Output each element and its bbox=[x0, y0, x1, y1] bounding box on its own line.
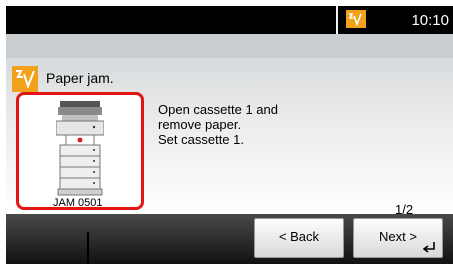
enter-icon bbox=[422, 242, 435, 253]
illustration-code: JAM 0501 bbox=[53, 197, 103, 207]
message-area: Paper jam. JAM 0501 Open cassette 1 and … bbox=[6, 34, 453, 217]
clock-time: 10:10 bbox=[411, 12, 449, 29]
paper-jam-icon bbox=[12, 66, 38, 92]
jam-location-illustration: JAM 0501 bbox=[16, 92, 144, 210]
callout-leader-line bbox=[87, 232, 89, 264]
back-button[interactable]: < Back bbox=[254, 218, 344, 258]
panel-screen: 10:10 Paper jam. JAM 0501 Open cassette … bbox=[6, 6, 453, 264]
status-bar: 10:10 bbox=[6, 6, 453, 34]
button-bar: < Back Next > bbox=[6, 214, 453, 264]
paper-jam-icon[interactable] bbox=[346, 10, 366, 28]
instruction-line: Open cassette 1 and bbox=[158, 102, 278, 117]
instruction-line: Set cassette 1. bbox=[158, 132, 244, 147]
next-button[interactable]: Next > bbox=[353, 218, 443, 258]
message-title: Paper jam. bbox=[46, 70, 114, 86]
instruction-text: Open cassette 1 and remove paper. Set ca… bbox=[158, 102, 358, 147]
instruction-line: remove paper. bbox=[158, 117, 242, 132]
printer-icon bbox=[56, 101, 104, 196]
next-button-label: Next > bbox=[379, 229, 417, 244]
header-band bbox=[6, 34, 453, 58]
status-divider bbox=[336, 6, 338, 34]
